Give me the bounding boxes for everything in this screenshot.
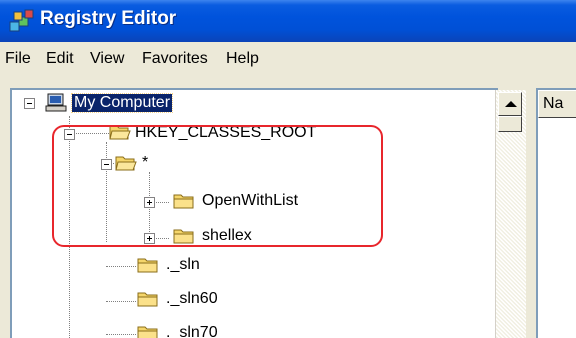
folder-icon <box>173 194 194 209</box>
tree-connector <box>106 334 136 336</box>
registry-editor-window: Registry Editor File Edit View Favorites… <box>0 0 576 338</box>
tree-connector <box>106 301 136 303</box>
collapse-toggle-hkcr[interactable] <box>64 129 75 140</box>
folder-icon <box>137 258 158 273</box>
tree-label-hkcr[interactable]: HKEY_CLASSES_ROOT <box>135 124 316 142</box>
menu-favorites[interactable]: Favorites <box>142 50 208 68</box>
tree-label-my-computer[interactable]: My Computer <box>70 93 174 113</box>
tree-label-star[interactable]: * <box>142 154 148 172</box>
menu-bar: File Edit View Favorites Help <box>0 42 576 76</box>
folder-open-icon <box>115 156 137 171</box>
tree-connector <box>106 142 108 242</box>
registry-tree[interactable]: My Computer HKEY_CLASSES_ROOT * OpenWith… <box>10 88 498 338</box>
expand-toggle-shellex[interactable] <box>144 233 155 244</box>
folder-icon <box>137 326 158 338</box>
tree-connector <box>69 133 109 135</box>
menu-edit[interactable]: Edit <box>46 50 74 68</box>
tree-label-sln[interactable]: ._sln <box>166 256 200 274</box>
expand-toggle-openwithlist[interactable] <box>144 197 155 208</box>
tree-label-openwithlist[interactable]: OpenWithList <box>202 192 298 210</box>
window-title: Registry Editor <box>40 8 177 29</box>
menu-file[interactable]: File <box>5 50 31 68</box>
column-header-name[interactable]: Na <box>538 90 576 118</box>
pane-splitter[interactable] <box>527 88 536 338</box>
tree-connector <box>106 266 136 268</box>
tree-scrollbar[interactable] <box>495 90 526 338</box>
computer-icon <box>45 93 67 112</box>
tree-label-sln70[interactable]: ._sln70 <box>166 324 218 338</box>
tree-label-shellex[interactable]: shellex <box>202 227 252 245</box>
folder-open-icon <box>109 125 131 140</box>
collapse-toggle-star[interactable] <box>101 159 112 170</box>
values-pane[interactable]: Na <box>536 88 576 338</box>
title-bar[interactable]: Registry Editor <box>0 0 576 42</box>
scroll-up-button[interactable] <box>498 92 522 116</box>
registry-editor-icon <box>9 9 34 32</box>
collapse-toggle-my-computer[interactable] <box>24 98 35 109</box>
tree-connector <box>69 116 71 338</box>
scroll-thumb[interactable] <box>498 116 522 132</box>
menu-view[interactable]: View <box>90 50 124 68</box>
folder-icon <box>137 292 158 307</box>
folder-icon <box>173 229 194 244</box>
menu-help[interactable]: Help <box>226 50 259 68</box>
tree-label-sln60[interactable]: ._sln60 <box>166 290 218 308</box>
